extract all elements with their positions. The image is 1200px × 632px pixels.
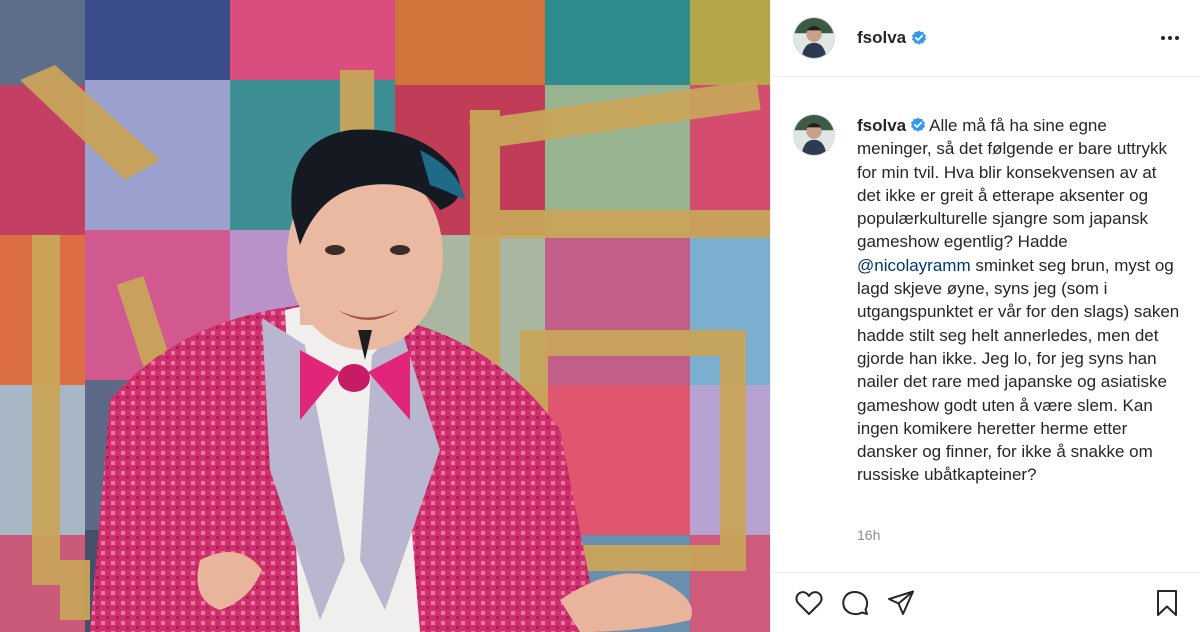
avatar-image xyxy=(794,18,834,58)
verified-badge-icon xyxy=(912,30,927,45)
comments-area: fsolva Alle må få ha sine egne meninger, … xyxy=(771,77,1200,487)
comment-button[interactable] xyxy=(837,585,873,621)
post-timestamp[interactable]: 16h xyxy=(857,527,880,543)
caption-body-start: Alle må få ha sine egne meninger, så det… xyxy=(857,116,1167,252)
post-photo xyxy=(0,0,770,632)
action-bar xyxy=(771,572,1200,632)
share-button[interactable] xyxy=(883,585,919,621)
caption-text: fsolva Alle må få ha sine egne meninger, … xyxy=(857,114,1184,487)
heart-icon xyxy=(795,590,823,615)
post-header: fsolva xyxy=(771,0,1200,77)
post-username[interactable]: fsolva xyxy=(857,28,927,48)
caption: fsolva Alle må få ha sine egne meninger, … xyxy=(793,114,1184,487)
mention-link[interactable]: @nicolayramm xyxy=(857,256,971,275)
save-button[interactable] xyxy=(1149,585,1185,621)
bookmark-icon xyxy=(1157,589,1177,616)
verified-badge-icon xyxy=(911,117,926,132)
paper-plane-icon xyxy=(888,590,914,615)
avatar[interactable] xyxy=(793,17,835,59)
caption-username[interactable]: fsolva xyxy=(857,116,906,135)
comment-icon xyxy=(842,590,869,615)
caption-body-end: sminket seg brun, myst og lagd skjeve øy… xyxy=(857,255,1180,485)
avatar-image xyxy=(794,115,834,155)
more-options-icon[interactable] xyxy=(1156,24,1184,52)
caption-avatar[interactable] xyxy=(793,114,835,156)
like-button[interactable] xyxy=(791,585,827,621)
post-side-panel: fsolva fsolva Alle må få ha sine egne me… xyxy=(770,0,1200,632)
username-text[interactable]: fsolva xyxy=(857,28,906,48)
post-image[interactable] xyxy=(0,0,770,632)
